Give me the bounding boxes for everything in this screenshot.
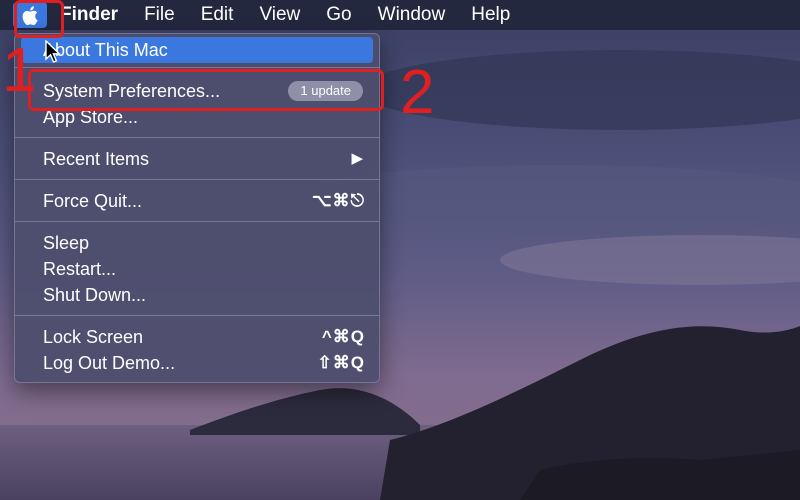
submenu-arrow-icon: ▶ [351,150,363,167]
menu-separator [15,67,379,68]
force-quit-shortcut: ⌥⌘⎋ [311,191,365,210]
log-out-shortcut: ⇧⌘Q [317,353,365,372]
menu-separator [15,315,379,316]
annotation-box-apple-menu [14,0,64,38]
restart-label: Restart... [43,259,117,279]
menu-item-shut-down[interactable]: Shut Down... [21,282,373,308]
menu-separator [15,221,379,222]
force-quit-label: Force Quit... [43,191,143,211]
menu-help[interactable]: Help [458,0,523,30]
menu-edit[interactable]: Edit [188,0,247,30]
menu-go[interactable]: Go [313,0,364,30]
menu-bar: Finder File Edit View Go Window Help [0,0,800,30]
menu-item-sleep[interactable]: Sleep [21,230,373,256]
lock-screen-shortcut: ^⌘Q [321,327,365,346]
annotation-step-2: 2 [400,58,435,127]
mouse-pointer-icon [45,40,61,63]
sleep-label: Sleep [43,233,90,253]
menu-item-restart[interactable]: Restart... [21,256,373,282]
recent-items-label: Recent Items [43,149,150,169]
menu-item-recent-items[interactable]: Recent Items ▶ [21,146,373,172]
menu-separator [15,137,379,138]
menu-file[interactable]: File [131,0,188,30]
log-out-label: Log Out Demo... [43,353,176,373]
shut-down-label: Shut Down... [43,285,147,305]
about-this-mac-label: About This Mac [43,40,168,60]
annotation-box-system-preferences [28,69,384,111]
menu-item-force-quit[interactable]: Force Quit... ⌥⌘⎋ [21,188,373,214]
menu-view[interactable]: View [246,0,313,30]
menu-separator [15,179,379,180]
menu-item-about-this-mac[interactable]: About This Mac [21,37,373,63]
lock-screen-label: Lock Screen [43,327,144,347]
menu-item-lock-screen[interactable]: Lock Screen ^⌘Q [21,324,373,350]
menu-window[interactable]: Window [365,0,459,30]
menu-item-log-out[interactable]: Log Out Demo... ⇧⌘Q [21,350,373,376]
